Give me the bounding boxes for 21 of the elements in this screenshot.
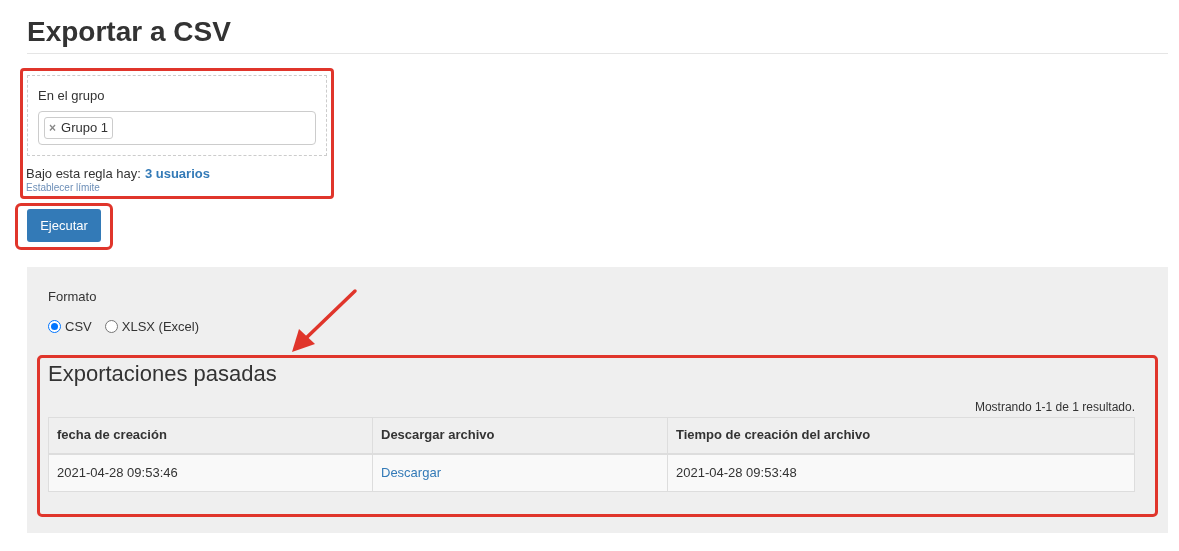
group-tag[interactable]: × Grupo 1 xyxy=(44,117,113,139)
rule-text: Bajo esta regla hay: xyxy=(26,166,141,182)
arrow xyxy=(289,288,359,355)
section-title: Exportaciones pasadas xyxy=(48,359,277,388)
set-limit-link[interactable]: Establecer límite xyxy=(26,182,100,194)
run-button[interactable]: Ejecutar xyxy=(27,209,101,242)
column-header: Tiempo de creación del archivo xyxy=(667,417,1134,453)
group-select-field[interactable]: × Grupo 1 xyxy=(38,111,316,145)
users-link[interactable]: 3 usuarios xyxy=(144,166,210,182)
field-label: En el grupo xyxy=(38,88,106,104)
format-label: Formato xyxy=(48,289,98,305)
page-title: Exportar a CSV xyxy=(27,15,231,49)
format-radio[interactable]: CSV xyxy=(48,317,92,337)
remove-icon[interactable]: × xyxy=(49,119,56,137)
download-link[interactable]: Descargar xyxy=(381,462,441,483)
table-cell-text: 2021-04-28 09:53:48 xyxy=(676,463,797,482)
results-summary: Mostrando 1-1 de 1 resultado. xyxy=(974,399,1135,414)
table-cell-text: 2021-04-28 09:53:46 xyxy=(57,463,178,482)
column-header: fecha de creación xyxy=(56,426,168,445)
format-radio[interactable]: XLSX (Excel) xyxy=(104,317,200,337)
column-header: Descargar archivo xyxy=(372,417,667,453)
